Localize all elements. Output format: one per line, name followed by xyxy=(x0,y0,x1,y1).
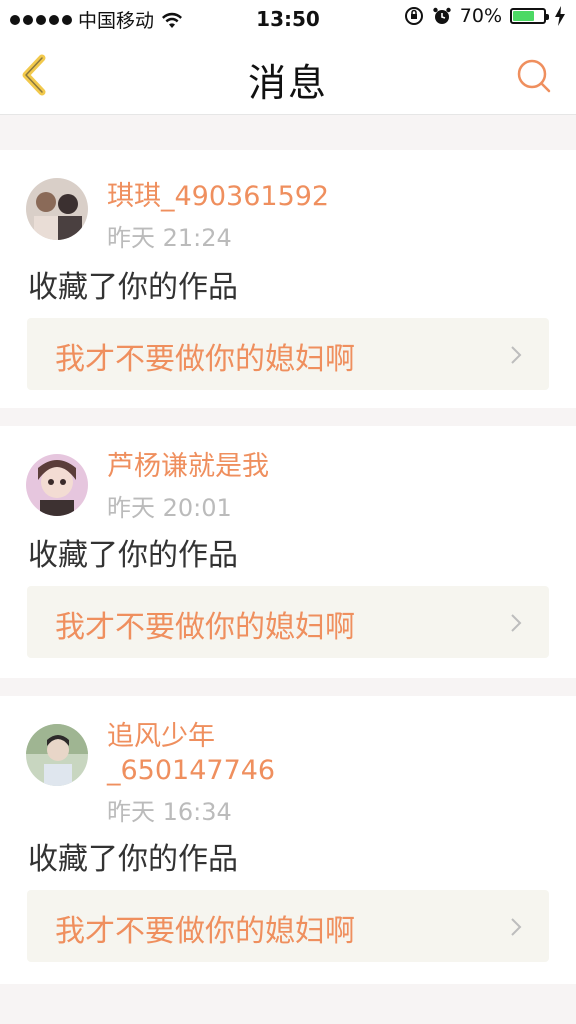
avatar[interactable] xyxy=(26,454,88,516)
chevron-right-icon xyxy=(511,346,522,364)
work-link[interactable]: 我才不要做你的媳妇啊 xyxy=(27,318,549,390)
battery-level xyxy=(513,11,534,21)
action-text: 收藏了你的作品 xyxy=(28,270,238,305)
message-card: 追风少年 _650147746 昨天 16:34 收藏了你的作品 我才不要做你的… xyxy=(0,696,576,984)
message-card: 芦杨谦就是我 昨天 20:01 收藏了你的作品 我才不要做你的媳妇啊 xyxy=(0,426,576,678)
rotation-lock-icon xyxy=(404,7,423,25)
avatar[interactable] xyxy=(26,724,88,786)
work-title: 我才不要做你的媳妇啊 xyxy=(55,914,355,949)
username[interactable]: 琪琪_490361592 xyxy=(107,180,329,214)
timestamp: 昨天 16:34 xyxy=(107,798,232,826)
username-line-2[interactable]: _650147746 xyxy=(107,754,275,788)
work-link[interactable]: 我才不要做你的媳妇啊 xyxy=(27,890,549,962)
battery-icon xyxy=(510,8,549,24)
message-list: 琪琪_490361592 昨天 21:24 收藏了你的作品 我才不要做你的媳妇啊… xyxy=(0,132,576,1002)
timestamp: 昨天 20:01 xyxy=(107,494,232,522)
work-link[interactable]: 我才不要做你的媳妇啊 xyxy=(27,586,549,658)
battery-percent: 70% xyxy=(459,5,502,27)
message-card: 琪琪_490361592 昨天 21:24 收藏了你的作品 我才不要做你的媳妇啊 xyxy=(0,150,576,408)
status-bar: 中国移动 13:50 70% xyxy=(0,0,576,38)
chevron-right-icon xyxy=(511,614,522,632)
charging-bolt-icon xyxy=(555,6,565,26)
status-icons: 70% xyxy=(404,5,566,27)
action-text: 收藏了你的作品 xyxy=(28,842,238,877)
username-line-1[interactable]: 追风少年 xyxy=(107,720,215,754)
navigation-bar: 消息 xyxy=(0,38,576,115)
search-icon[interactable] xyxy=(516,58,552,94)
avatar[interactable] xyxy=(26,178,88,240)
work-title: 我才不要做你的媳妇啊 xyxy=(55,610,355,645)
chevron-right-icon xyxy=(511,918,522,936)
alarm-icon xyxy=(433,7,451,24)
work-title: 我才不要做你的媳妇啊 xyxy=(55,342,355,377)
username[interactable]: 芦杨谦就是我 xyxy=(107,450,269,484)
page-title: 消息 xyxy=(247,61,328,105)
timestamp: 昨天 21:24 xyxy=(107,224,232,252)
action-text: 收藏了你的作品 xyxy=(28,538,238,573)
